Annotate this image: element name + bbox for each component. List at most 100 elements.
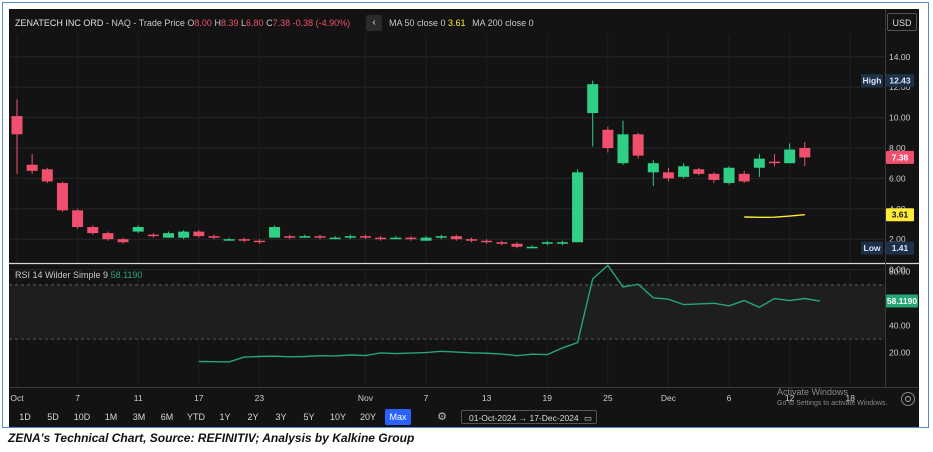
range-button-3m[interactable]: 3M	[127, 409, 151, 425]
range-button-ytd[interactable]: YTD	[183, 409, 209, 425]
x-axis-label: 6	[727, 393, 732, 403]
collapse-legend-button[interactable]: ‹	[366, 15, 382, 31]
range-button-1d[interactable]: 1D	[13, 409, 37, 425]
candle-body	[541, 242, 553, 244]
chart-header: ZENATECH INC ORD - NAQ - Trade Price O8.…	[15, 17, 350, 29]
chart-panel: 0.002.004.006.008.0010.0012.0014.00High1…	[9, 9, 919, 427]
candle-body	[147, 234, 159, 237]
x-axis-label: 7	[424, 393, 429, 403]
rsi-legend: RSI 14 Wilder Simple 9 58.1190	[15, 269, 142, 281]
range-button-10d[interactable]: 10D	[69, 409, 95, 425]
candle-body	[450, 236, 462, 240]
candle-body	[662, 172, 674, 179]
candle-body	[784, 149, 796, 164]
ma50-price-tag-text: 3.61	[892, 210, 909, 220]
price-tick-label: 6.00	[889, 173, 906, 183]
low-tag: Low	[861, 241, 883, 255]
last-price-tag-text: 7.38	[892, 152, 909, 162]
low-value-tag-text: 1.41	[892, 243, 909, 253]
range-button-20y[interactable]: 20Y	[355, 409, 381, 425]
candle-body	[572, 172, 584, 243]
candle-body	[496, 242, 508, 244]
range-button-5d[interactable]: 5D	[41, 409, 65, 425]
range-button-1y[interactable]: 1Y	[213, 409, 237, 425]
watermark-line-1: Activate Windows	[777, 387, 849, 397]
x-axis-label: 19	[543, 393, 553, 403]
candle-body	[617, 134, 629, 164]
gear-icon: ⚙	[437, 411, 447, 423]
range-button-1m[interactable]: 1M	[99, 409, 123, 425]
candle-body	[466, 239, 477, 241]
candle-body	[420, 237, 432, 241]
candle-body	[723, 167, 735, 183]
candle-body	[753, 158, 765, 168]
ma-legend: MA 50 close 0 3.61 MA 200 close 0	[389, 17, 534, 29]
candle-body	[738, 173, 750, 182]
rsi-value-legend: 58.1190	[110, 270, 143, 280]
candle-body	[678, 166, 690, 177]
high-value-tag-text: 12.43	[889, 76, 911, 86]
candle-body	[769, 161, 780, 164]
watermark-line-2: Go to Settings to activate Windows.	[777, 400, 888, 407]
date-from: 01-Oct-2024	[469, 413, 517, 423]
symbol-name: ZENATECH INC ORD	[15, 18, 104, 28]
candle-body	[26, 164, 38, 171]
change-value: -0.38 (-4.90%)	[292, 18, 351, 28]
x-axis-label: 23	[255, 393, 265, 403]
candle-body	[602, 129, 614, 148]
last-price-tag: 7.38	[886, 150, 914, 164]
range-button-10y[interactable]: 10Y	[325, 409, 351, 425]
candle-body	[647, 163, 659, 173]
date-arrow: →	[518, 413, 528, 423]
x-axis-label: 11	[134, 393, 143, 403]
settings-button[interactable]: ⚙	[435, 410, 449, 424]
candle-body	[41, 169, 53, 182]
candle-body	[693, 169, 705, 174]
candle-body	[193, 231, 205, 237]
currency-selector[interactable]: USD	[887, 13, 917, 31]
ma50-price-tag: 3.61	[886, 208, 914, 222]
target-icon	[905, 396, 911, 402]
candle-body	[526, 246, 538, 249]
x-axis-label: 7	[75, 393, 80, 403]
ma200-label: MA 200 close 0	[472, 18, 534, 28]
date-to: 17-Dec-2024	[529, 413, 579, 423]
candle-body	[556, 242, 568, 244]
candle-body	[87, 227, 99, 234]
chevron-left-icon: ‹	[372, 17, 376, 28]
range-button-6m[interactable]: 6M	[155, 409, 179, 425]
candle-body	[632, 134, 644, 156]
candle-body	[102, 233, 114, 240]
candle-body	[117, 239, 129, 243]
candle-body	[284, 236, 296, 238]
candle-body	[11, 116, 23, 135]
candle-body	[269, 227, 281, 238]
x-axis-label: Oct	[10, 393, 24, 403]
candle-body	[314, 236, 326, 238]
date-range-picker[interactable]: 01-Oct-2024 → 17-Dec-2024 ▭	[461, 410, 597, 424]
candle-body	[178, 231, 190, 238]
high-tag-text: High	[863, 76, 882, 86]
chart-svg: 0.002.004.006.008.0010.0012.0014.00High1…	[9, 9, 919, 427]
candle-body	[587, 84, 599, 114]
range-button-max[interactable]: Max	[385, 409, 411, 425]
candle-body	[238, 239, 250, 241]
reset-view-button[interactable]	[901, 392, 915, 406]
range-button-3y[interactable]: 3Y	[269, 409, 293, 425]
candle-body	[299, 236, 311, 238]
close-value: 7.38	[272, 18, 291, 28]
range-button-2y[interactable]: 2Y	[241, 409, 265, 425]
candle-body	[329, 237, 341, 240]
range-button-5y[interactable]: 5Y	[297, 409, 321, 425]
rsi-tick-label: 20.00	[889, 348, 911, 358]
candle-body	[708, 173, 720, 180]
calendar-icon: ▭	[584, 413, 593, 423]
candle-body	[208, 236, 220, 238]
candle-body	[132, 227, 144, 232]
exchange-label: - NAQ - Trade Price	[105, 18, 185, 28]
high-tag: High	[861, 74, 883, 88]
rsi-tick-label: 80.00	[889, 266, 911, 276]
figure-caption: ZENA's Technical Chart, Source: REFINITI…	[8, 431, 415, 445]
candle-body	[799, 148, 811, 158]
low-tag-text: Low	[864, 243, 881, 253]
